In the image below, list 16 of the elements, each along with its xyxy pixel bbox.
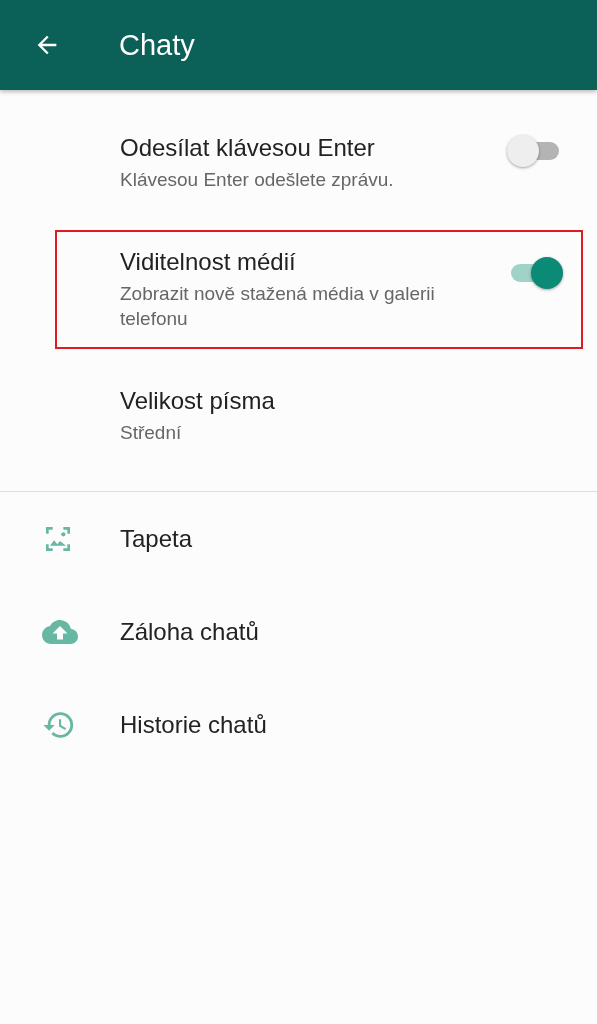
menu-label: Historie chatů — [120, 710, 267, 739]
menu-item[interactable]: Tapeta — [0, 492, 597, 586]
setting-title: Velikost písma — [120, 387, 276, 416]
menu-item[interactable]: Historie chatů — [0, 678, 597, 772]
setting-description: Střední — [120, 421, 183, 446]
screen-title: Chaty — [119, 28, 195, 62]
setting-description: Klávesou Enter odešlete zprávu. — [120, 167, 395, 192]
setting-title: Odesílat klávesou Enter — [120, 133, 376, 162]
highlighted-setting-row[interactable]: Viditelnost médií Zobrazit nově stažená média v galerii telefonu — [55, 230, 583, 350]
setting-row[interactable]: Odesílat klávesou Enter Klávesou Enter odešlete zprávu. — [55, 108, 583, 218]
setting-description: Zobrazit nově stažená média v galerii telefonu — [120, 282, 436, 331]
menu-item[interactable]: Záloha chatů — [0, 585, 597, 679]
menu-label: Tapeta — [120, 524, 193, 553]
setting-row[interactable]: Velikost písma Střední — [55, 361, 583, 472]
setting-title: Viditelnost médií — [120, 248, 297, 276]
menu-label: Záloha chatů — [120, 617, 259, 646]
